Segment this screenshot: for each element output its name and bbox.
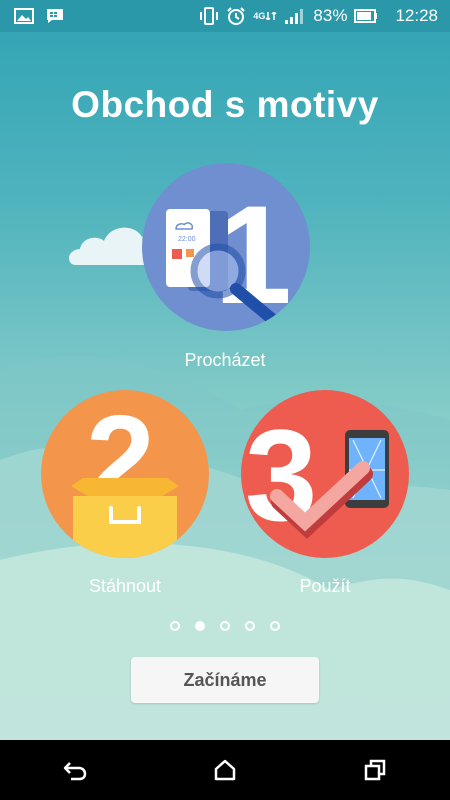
navigation-bar bbox=[0, 740, 450, 800]
page-dot-5[interactable] bbox=[270, 621, 280, 631]
page-dot-1[interactable] bbox=[170, 621, 180, 631]
vibrate-icon bbox=[199, 6, 219, 26]
step-2-label: Stáhnout bbox=[88, 576, 162, 596]
start-button[interactable]: Začínáme bbox=[131, 657, 319, 703]
step-1-label: Procházet bbox=[184, 350, 266, 370]
home-icon[interactable] bbox=[195, 745, 255, 795]
page-dot-4[interactable] bbox=[245, 621, 255, 631]
recent-apps-icon[interactable] bbox=[345, 745, 405, 795]
step-3-label: Použít bbox=[299, 576, 351, 596]
image-notification-icon bbox=[14, 8, 34, 24]
battery-percent: 83% bbox=[313, 6, 348, 25]
page-dot-3[interactable] bbox=[220, 621, 230, 631]
page-dot-2[interactable] bbox=[195, 621, 205, 631]
step-2-download-illustration: 2 bbox=[41, 390, 209, 563]
alarm-icon bbox=[226, 6, 246, 26]
status-bar: 4G 83% 12:28 bbox=[0, 0, 450, 32]
step-3-apply-illustration: 3 bbox=[241, 390, 409, 563]
svg-text:22:00: 22:00 bbox=[178, 236, 196, 243]
page-title: Obchod s motivy bbox=[71, 84, 379, 125]
battery-icon bbox=[354, 9, 378, 23]
step-1-browse-illustration: 1 22:00 bbox=[142, 163, 310, 336]
chat-notification-icon bbox=[46, 8, 64, 24]
clock-time: 12:28 bbox=[395, 6, 438, 25]
back-icon[interactable] bbox=[45, 745, 105, 795]
signal-icon bbox=[284, 7, 306, 25]
pagination-dots bbox=[0, 621, 450, 631]
network-type: 4G bbox=[253, 11, 277, 21]
